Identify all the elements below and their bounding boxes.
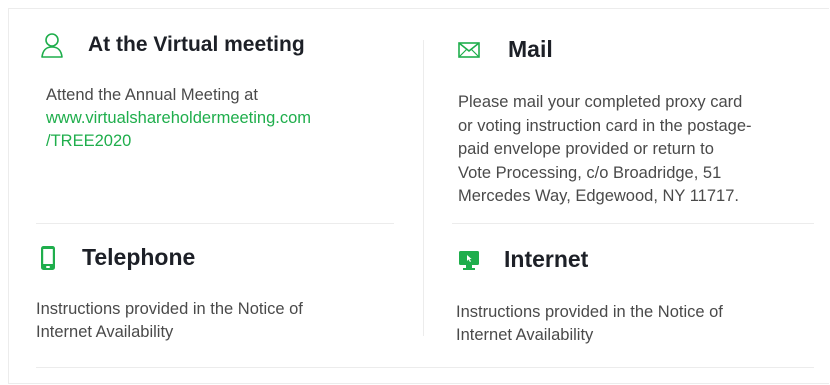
person-icon [40, 32, 64, 58]
telephone-title: Telephone [82, 244, 196, 270]
mail-line: Vote Processing, c/o Broadridge, 51 [458, 163, 722, 182]
divider-bottom [36, 367, 814, 368]
virtual-meeting-link-line1: www.virtualshareholdermeeting.com [46, 109, 312, 127]
virtual-meeting-title: At the Virtual meeting [88, 33, 305, 56]
mail-line: Mercedes Way, Edgewood, NY 11717. [458, 187, 739, 205]
internet-title: Internet [504, 246, 589, 272]
envelope-icon [458, 41, 480, 59]
telephone-line: Internet Availability [36, 323, 174, 341]
telephone-line: Instructions provided in the Notice of [36, 300, 303, 318]
internet-text: Instructions provided in the Notice of I… [456, 301, 723, 347]
mail-heading: Mail [458, 36, 553, 63]
mail-title: Mail [508, 36, 553, 62]
mail-line: or voting instruction card in the postag… [458, 116, 752, 135]
mail-line: paid envelope provided or return to [458, 140, 714, 158]
virtual-meeting-link[interactable]: www.virtualshareholdermeeting.com /TREE2… [46, 107, 311, 153]
virtual-meeting-link-line2: /TREE2020 [46, 132, 132, 150]
virtual-meeting-heading: At the Virtual meeting [40, 32, 305, 58]
divider-right [452, 223, 814, 224]
mail-line: Please mail your completed proxy card [458, 93, 743, 111]
mail-text: Please mail your completed proxy card or… [458, 91, 752, 209]
divider-left [36, 223, 394, 224]
internet-heading: Internet [458, 246, 588, 273]
internet-line: Internet Availability [456, 326, 594, 344]
monitor-icon [458, 249, 480, 271]
telephone-text: Instructions provided in the Notice of I… [36, 298, 303, 344]
virtual-meeting-text: Attend the Annual Meeting at www.virtual… [46, 84, 311, 153]
telephone-heading: Telephone [40, 244, 195, 271]
internet-line: Instructions provided in the Notice of [456, 303, 723, 321]
phone-icon [40, 245, 56, 271]
virtual-meeting-intro: Attend the Annual Meeting at [46, 86, 258, 104]
vertical-divider [423, 40, 424, 336]
